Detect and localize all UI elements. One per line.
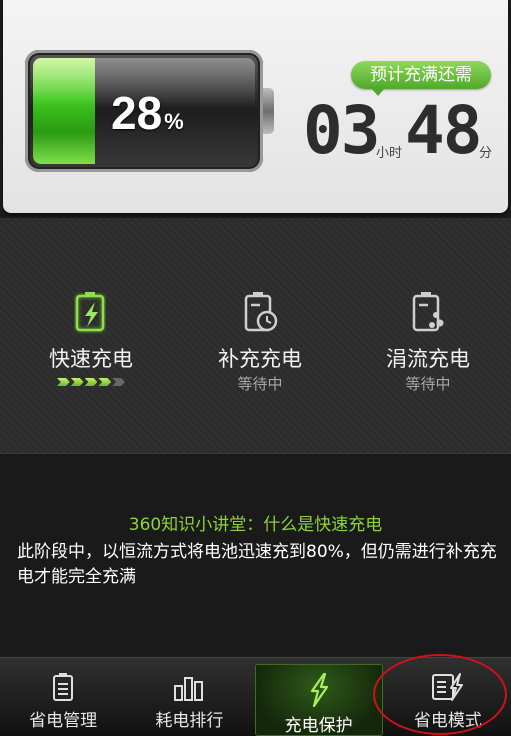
stage-status: 等待中 xyxy=(405,375,451,393)
stage-status: 等待中 xyxy=(237,375,283,393)
tip-title: 360知识小讲堂：什么是快速充电 xyxy=(128,515,383,535)
charging-stages: 快速充电 补充充电 等待中 涓流充电 等待中 xyxy=(0,218,511,454)
nav-item-charge-protection[interactable]: 充电保护 xyxy=(254,664,383,736)
stage-progress-indicator xyxy=(57,378,125,388)
nav-label: 省电模式 xyxy=(413,711,482,731)
stage-title: 补充充电 xyxy=(218,347,302,371)
nav-label: 省电管理 xyxy=(29,711,98,731)
stage-title: 快速充电 xyxy=(49,347,133,371)
nav-item-power-ranking[interactable]: 耗电排行 xyxy=(126,658,252,736)
battery-cap xyxy=(263,88,274,134)
nav-label: 充电保护 xyxy=(284,716,353,736)
tip-body: 此阶段中，以恒流方式将电池迅速充到80%，但仍需进行补充充电才能完全充满 xyxy=(17,542,497,587)
stage-fast-charge[interactable]: 快速充电 xyxy=(11,290,171,388)
battery-trickle-icon xyxy=(412,292,444,332)
bar-chart-icon xyxy=(174,677,204,701)
battery-clock-icon xyxy=(244,292,278,332)
nav-item-power-management[interactable]: 省电管理 xyxy=(0,658,126,736)
stage-trickle-charge[interactable]: 涓流充电 等待中 xyxy=(348,290,508,394)
battery-percent-value: 28 xyxy=(111,87,163,139)
minutes-remaining: 48 xyxy=(405,92,482,169)
lightning-icon xyxy=(310,673,328,707)
time-remaining-badge: 预计充满还需 xyxy=(351,61,491,96)
battery-manage-icon xyxy=(53,673,74,701)
battery-status-panel: 28% 预计充满还需 03 小时 48 分 xyxy=(3,0,508,213)
stage-title: 涓流充电 xyxy=(386,347,470,371)
hours-remaining: 03 xyxy=(303,92,380,169)
hours-unit: 小时 xyxy=(376,146,403,161)
minutes-unit: 分 xyxy=(479,146,493,161)
nav-label: 耗电排行 xyxy=(155,711,224,731)
nav-item-power-saving-mode[interactable]: 省电模式 xyxy=(385,658,511,736)
stage-supplement-charge[interactable]: 补充充电 等待中 xyxy=(180,290,340,394)
knowledge-tip: 360知识小讲堂：什么是快速充电 此阶段中，以恒流方式将电池迅速充到80%，但仍… xyxy=(0,454,511,656)
bottom-nav: 省电管理 耗电排行 充电保护 省电模式 xyxy=(0,657,511,736)
power-mode-icon xyxy=(431,673,463,701)
fast-charge-icon xyxy=(75,292,105,332)
battery-percentage: 28% xyxy=(111,88,184,147)
battery-percent-sign: % xyxy=(164,109,184,134)
